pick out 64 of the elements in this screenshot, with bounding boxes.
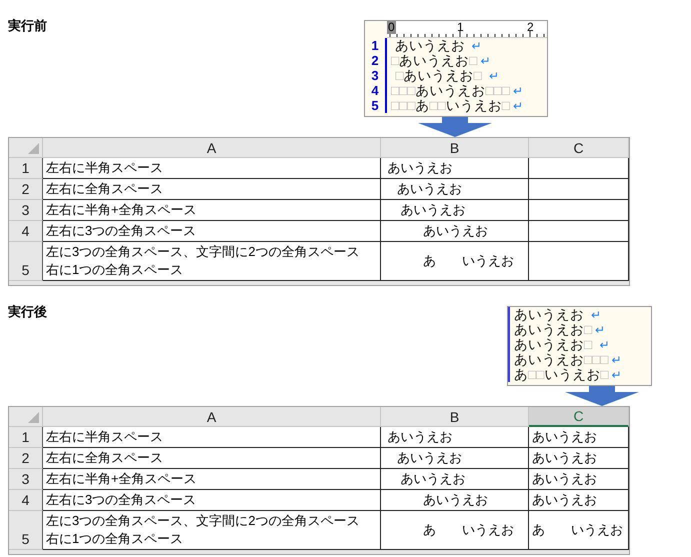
column-header[interactable]: C xyxy=(529,138,629,158)
select-all-icon[interactable] xyxy=(28,143,39,154)
line-number: 1 xyxy=(370,38,380,53)
editor-line: □□□あ□□いうえお□ ↵ xyxy=(391,98,523,113)
line-number: 2 xyxy=(370,53,380,68)
row-header[interactable]: 2 xyxy=(9,448,43,469)
editor-line: □あいうえお□ ↵ xyxy=(391,53,492,68)
table-cell: あいうえお xyxy=(381,179,529,200)
table-cell: あいうえお xyxy=(529,469,629,490)
row-header[interactable]: 2 xyxy=(9,179,43,200)
row-header[interactable]: 5 xyxy=(9,511,43,550)
column-header[interactable]: B xyxy=(381,138,529,158)
row-header[interactable]: 1 xyxy=(9,158,43,179)
line-number: 5 xyxy=(370,98,380,113)
table-cell: 左右に半角+全角スペース xyxy=(43,469,381,490)
editor-line: □あいうえお□ ↵ xyxy=(394,68,500,83)
editor-line: あいうえお ↵ xyxy=(514,307,602,322)
ruler-label: 0 xyxy=(387,21,396,34)
table-cell: あいうえお xyxy=(381,200,529,221)
table-cell: あいうえお xyxy=(529,427,629,448)
column-header[interactable]: B xyxy=(381,407,529,427)
row-header[interactable]: 1 xyxy=(9,427,43,448)
column-header[interactable]: A xyxy=(43,407,381,427)
table-cell: あいうえお xyxy=(529,490,629,511)
editor-line: あいうえお□□□ ↵ xyxy=(514,352,622,367)
arrow-icon xyxy=(418,117,492,137)
table-cell: あいうえお xyxy=(381,490,529,511)
table-cell: 左右に半角+全角スペース xyxy=(43,200,381,221)
column-header[interactable]: C xyxy=(529,407,629,427)
select-all-icon[interactable] xyxy=(28,412,39,423)
table-cell: 左右に半角スペース xyxy=(43,427,381,448)
row-header[interactable]: 3 xyxy=(9,469,43,490)
column-header[interactable]: A xyxy=(43,138,381,158)
table-cell: 左右に3つの全角スペース xyxy=(43,490,381,511)
table-cell: 左右に全角スペース xyxy=(43,448,381,469)
table-cell: あいうえお xyxy=(381,158,529,179)
editor-line: あ□□いうえお□ ↵ xyxy=(514,367,622,382)
arrow-icon xyxy=(565,386,639,406)
cell-text-line: 左に3つの全角スペース、文字間に2つの全角スペース xyxy=(46,243,360,261)
editor-line: あいうえお ↵ xyxy=(394,38,483,53)
cell-text-line: 右に1つの全角スペース xyxy=(46,530,184,548)
section-title: 実行前 xyxy=(8,18,47,34)
line-number: 4 xyxy=(370,83,380,98)
editor-line: あいうえお□ ↵ xyxy=(514,337,611,352)
cell-text-line: 右に1つの全角スペース xyxy=(46,261,184,279)
row-header[interactable]: 4 xyxy=(9,221,43,242)
table-cell: 左右に半角スペース xyxy=(43,158,381,179)
editor-line: □□□あいうえお□□□ ↵ xyxy=(391,83,523,98)
table-cell: あいうえお xyxy=(529,448,629,469)
table-cell: 左右に3つの全角スペース xyxy=(43,221,381,242)
editor-line: あいうえお□ ↵ xyxy=(514,322,606,337)
ruler-label: 1 xyxy=(457,21,464,34)
section-title: 実行後 xyxy=(8,304,47,320)
table-cell: あいうえお xyxy=(381,427,529,448)
table-cell: 左右に全角スペース xyxy=(43,179,381,200)
row-header[interactable]: 5 xyxy=(9,242,43,281)
row-header[interactable]: 4 xyxy=(9,490,43,511)
line-number: 3 xyxy=(370,68,380,83)
cell-text-line: 左に3つの全角スペース、文字間に2つの全角スペース xyxy=(46,512,360,530)
row-header[interactable]: 3 xyxy=(9,200,43,221)
table-cell: あいうえお xyxy=(381,469,529,490)
ruler-label: 2 xyxy=(527,21,534,34)
table-cell: あいうえお xyxy=(381,448,529,469)
table-cell: あいうえお xyxy=(381,221,529,242)
